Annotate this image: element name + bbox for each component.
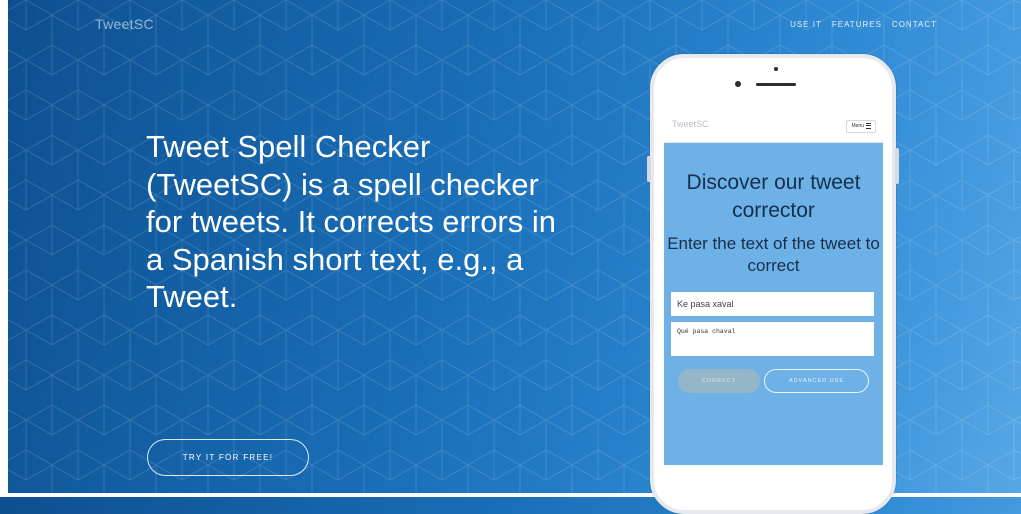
site-logo[interactable]: TweetSC xyxy=(95,16,154,32)
phone-sensor-dot xyxy=(774,67,778,71)
nav-link-contact[interactable]: CONTACT xyxy=(892,20,937,29)
phone-screen: TweetSC Menu Discover our tweet correcto… xyxy=(664,109,883,465)
screen-navbar: TweetSC Menu xyxy=(664,109,883,143)
phone-speaker xyxy=(756,83,796,86)
advanced-use-button[interactable]: ADVANCED USE xyxy=(764,369,869,393)
hero-description: Tweet Spell Checker (TweetSC) is a spell… xyxy=(146,129,556,314)
phone-camera xyxy=(735,81,741,87)
menu-button[interactable]: Menu xyxy=(846,120,876,133)
screen-heading: Discover our tweet corrector xyxy=(686,171,861,222)
correct-button[interactable]: CORRECT xyxy=(678,369,760,393)
hamburger-icon xyxy=(866,122,871,129)
left-frame-edge xyxy=(0,0,8,497)
screen-subheading: Enter the text of the tweet to correct xyxy=(667,234,880,275)
phone-side-button xyxy=(895,148,899,184)
nav-link-features[interactable]: FEATURES xyxy=(832,20,882,29)
screen-logo[interactable]: TweetSC xyxy=(672,119,709,129)
top-navigation: USE IT FEATURES CONTACT xyxy=(790,20,937,29)
phone-side-button xyxy=(647,156,651,182)
phone-mockup: TweetSC Menu Discover our tweet correcto… xyxy=(647,54,899,514)
tweet-input-field[interactable] xyxy=(671,292,874,316)
menu-label: Menu xyxy=(851,123,864,129)
corrected-output: Qué pasa chaval xyxy=(671,322,874,356)
nav-link-use-it[interactable]: USE IT xyxy=(790,20,822,29)
try-it-free-button[interactable]: TRY IT FOR FREE! xyxy=(147,439,309,476)
